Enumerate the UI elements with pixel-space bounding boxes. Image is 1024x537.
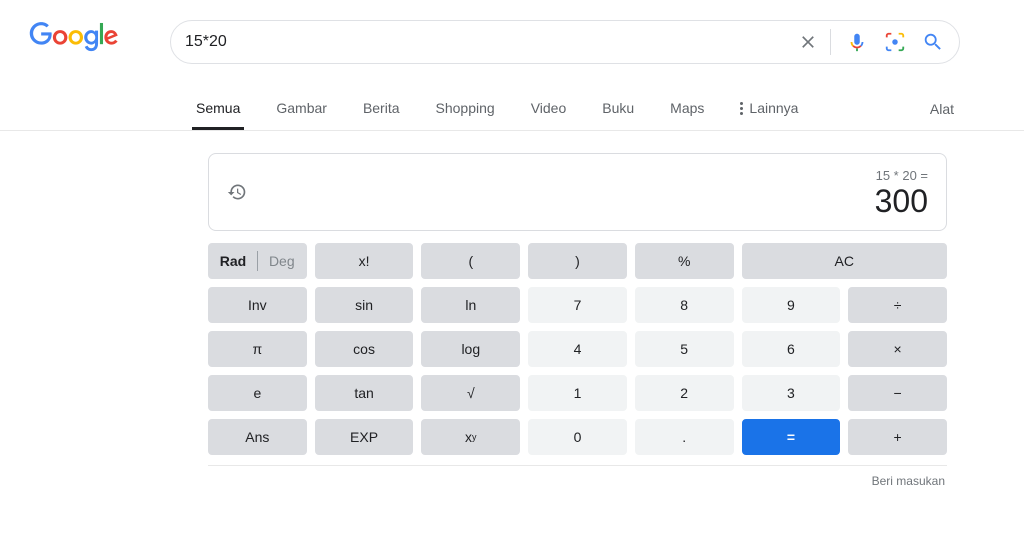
calc-btn-8[interactable]: 8 [635, 287, 734, 323]
calc-btn-divide[interactable]: ÷ [848, 287, 947, 323]
tab-video[interactable]: Video [527, 88, 571, 130]
more-dots-icon [740, 102, 743, 115]
calc-btn-percent[interactable]: % [635, 243, 734, 279]
calc-btn-pi[interactable]: π [208, 331, 307, 367]
calc-expression: 15 * 20 = [247, 168, 928, 183]
calc-btn-inv[interactable]: Inv [208, 287, 307, 323]
calc-btn-ln[interactable]: ln [421, 287, 520, 323]
search-tabs: Semua Gambar Berita Shopping Video Buku … [0, 88, 1024, 131]
calculator-display: 15 * 20 = 300 [208, 153, 947, 231]
tab-images[interactable]: Gambar [272, 88, 331, 130]
tab-news[interactable]: Berita [359, 88, 404, 130]
calc-btn-0[interactable]: 0 [528, 419, 627, 455]
calc-btn-6[interactable]: 6 [742, 331, 841, 367]
calc-btn-rad-deg[interactable]: Rad Deg [208, 243, 307, 279]
calc-btn-plus[interactable]: + [848, 419, 947, 455]
search-input[interactable] [185, 33, 782, 51]
tab-maps[interactable]: Maps [666, 88, 708, 130]
calc-btn-1[interactable]: 1 [528, 375, 627, 411]
calc-btn-7[interactable]: 7 [528, 287, 627, 323]
tab-books[interactable]: Buku [598, 88, 638, 130]
calc-btn-cos[interactable]: cos [315, 331, 414, 367]
history-icon[interactable] [227, 182, 247, 207]
tab-shopping[interactable]: Shopping [432, 88, 499, 130]
calc-btn-lparen[interactable]: ( [421, 243, 520, 279]
calc-btn-e[interactable]: e [208, 375, 307, 411]
calculator-keypad: Rad Deg x! ( ) % AC Inv sin ln 7 8 9 ÷ π… [208, 243, 947, 455]
search-bar [170, 20, 960, 64]
calc-btn-log[interactable]: log [421, 331, 520, 367]
calc-btn-sqrt[interactable]: √ [421, 375, 520, 411]
calc-btn-dot[interactable]: . [635, 419, 734, 455]
mic-icon[interactable] [845, 30, 869, 54]
tab-all[interactable]: Semua [192, 88, 244, 130]
feedback-link[interactable]: Beri masukan [208, 465, 947, 488]
tools-button[interactable]: Alat [930, 89, 954, 129]
search-icon[interactable] [921, 30, 945, 54]
calc-btn-9[interactable]: 9 [742, 287, 841, 323]
calc-btn-rparen[interactable]: ) [528, 243, 627, 279]
calc-btn-ans[interactable]: Ans [208, 419, 307, 455]
lens-icon[interactable] [883, 30, 907, 54]
calc-result: 300 [247, 183, 928, 220]
calc-btn-tan[interactable]: tan [315, 375, 414, 411]
calc-btn-multiply[interactable]: × [848, 331, 947, 367]
calc-btn-power[interactable]: xy [421, 419, 520, 455]
calc-btn-equals[interactable]: = [742, 419, 841, 455]
tab-more[interactable]: Lainnya [736, 88, 802, 130]
calc-btn-exp[interactable]: EXP [315, 419, 414, 455]
calc-btn-minus[interactable]: − [848, 375, 947, 411]
divider [830, 29, 831, 55]
calc-btn-3[interactable]: 3 [742, 375, 841, 411]
calc-btn-5[interactable]: 5 [635, 331, 734, 367]
calc-btn-sin[interactable]: sin [315, 287, 414, 323]
calc-btn-ac[interactable]: AC [742, 243, 947, 279]
calc-btn-2[interactable]: 2 [635, 375, 734, 411]
calc-btn-factorial[interactable]: x! [315, 243, 414, 279]
clear-icon[interactable] [796, 30, 820, 54]
google-logo[interactable] [28, 22, 120, 57]
calc-btn-4[interactable]: 4 [528, 331, 627, 367]
